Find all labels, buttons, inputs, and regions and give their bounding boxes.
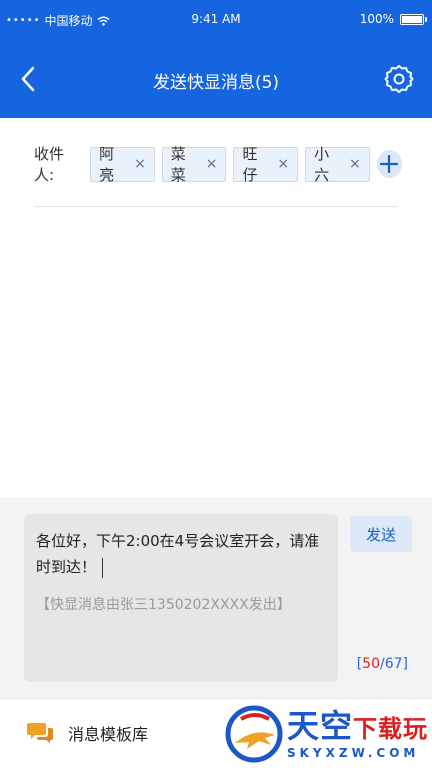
remove-icon[interactable]: × — [349, 156, 361, 172]
recipient-chip[interactable]: 旺仔 × — [233, 145, 299, 184]
add-recipient-button[interactable] — [376, 150, 403, 178]
message-input[interactable]: 各位好，下午2:00在4号会议室开会，请准时到达！ 【快显消息由张三135020… — [24, 514, 338, 682]
recipients-row: 收件人: 阿亮 × 菜菜 × 旺仔 × 小六 × — [34, 145, 403, 184]
recipient-name: 菜菜 — [170, 145, 186, 184]
template-library-label: 消息模板库 — [68, 725, 149, 744]
watermark-main: 天空 — [286, 706, 353, 745]
counter-close-bracket: ] — [402, 656, 408, 672]
chat-bubbles-icon — [27, 723, 53, 743]
recipient-name: 小六 — [314, 145, 330, 184]
char-counter: [50/67] — [357, 656, 408, 672]
remove-icon[interactable]: × — [206, 156, 218, 172]
plus-icon — [380, 155, 399, 173]
counter-current: 50 — [362, 656, 380, 672]
battery-percent: 100% — [359, 12, 394, 26]
status-bar: ••••• 中国移动 9:41 AM 100% — [0, 0, 432, 40]
recipient-chip[interactable]: 阿亮 × — [90, 145, 155, 184]
battery-icon — [400, 13, 427, 25]
nav-bar: 发送快显消息(5) — [0, 40, 432, 118]
text-caret — [102, 557, 104, 578]
remove-icon[interactable]: × — [277, 156, 289, 172]
message-text[interactable]: 各位好，下午2:00在4号会议室开会，请准时到达！ — [36, 528, 326, 580]
recipient-chip[interactable]: 小六 × — [305, 145, 370, 184]
compose-area: 各位好，下午2:00在4号会议室开会，请准时到达！ 【快显消息由张三135020… — [0, 498, 432, 698]
recipients-label: 收件人: — [34, 145, 65, 184]
bottom-bar: 消息模板库 天空下载玩 SKYXZW.COM — [0, 698, 432, 768]
counter-max: 67 — [384, 656, 403, 672]
send-button[interactable]: 发送 — [350, 516, 412, 552]
divider — [34, 206, 398, 207]
remove-icon[interactable]: × — [134, 156, 146, 172]
site-watermark: 天空下载玩 SKYXZW.COM — [225, 705, 428, 763]
recipient-name: 阿亮 — [99, 145, 115, 184]
message-body: 各位好，下午2:00在4号会议室开会，请准时到达！ — [36, 532, 320, 576]
recipient-name: 旺仔 — [242, 145, 258, 184]
status-right: 100% — [359, 12, 427, 26]
gear-icon[interactable] — [384, 64, 414, 94]
logo-icon — [225, 705, 283, 763]
watermark-sub: SKYXZW.COM — [286, 745, 420, 760]
template-library-button[interactable]: 消息模板库 — [26, 721, 148, 745]
recipients-panel: 收件人: 阿亮 × 菜菜 × 旺仔 × 小六 × — [0, 118, 432, 498]
watermark-text: 天空下载玩 SKYXZW.COM — [287, 709, 428, 760]
signature-text: 【快显消息由张三1350202XXXX发出】 — [36, 597, 291, 613]
page-title: 发送快显消息(5) — [152, 73, 280, 93]
header: ••••• 中国移动 9:41 AM 100% 发送快显消息(5) — [0, 0, 432, 118]
recipient-chip[interactable]: 菜菜 × — [161, 145, 227, 184]
watermark-accent: 下载玩 — [353, 714, 428, 743]
